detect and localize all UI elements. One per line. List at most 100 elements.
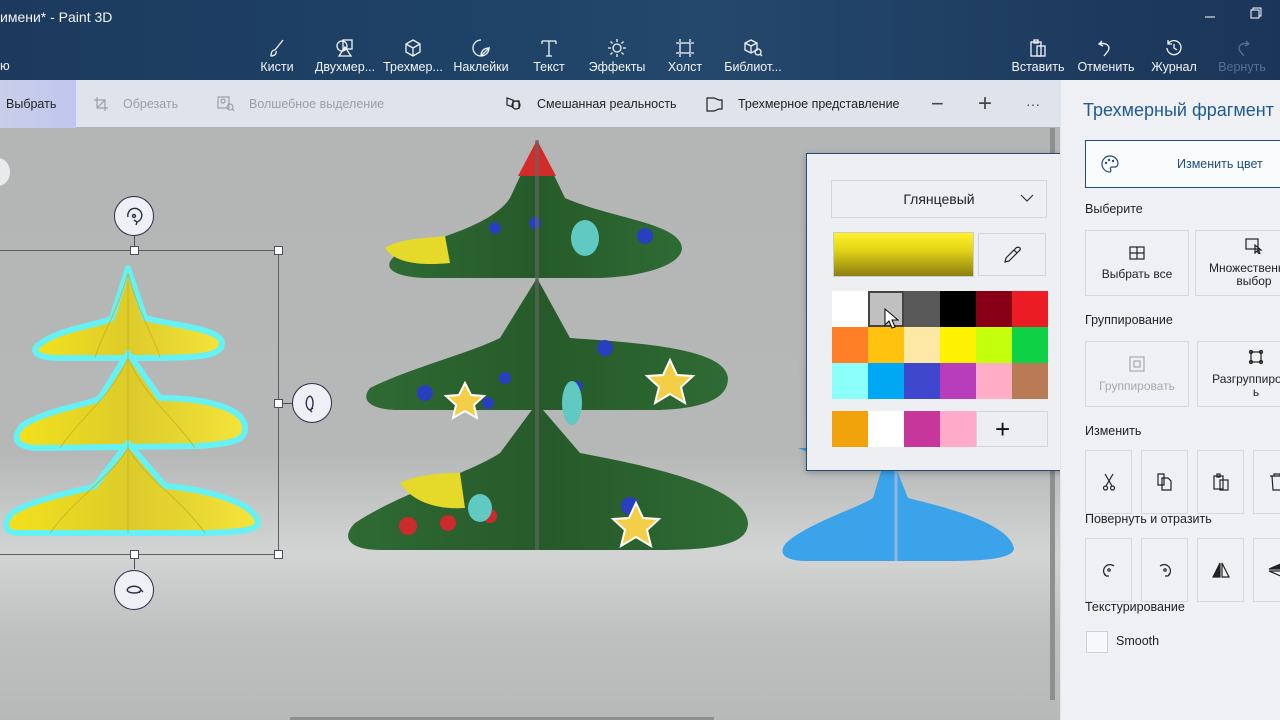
ungroup-button[interactable]: Разгруппировать [1197,341,1280,407]
connector-line [134,236,135,246]
green-tree-model[interactable] [340,138,760,588]
crop-label: Обрезать [123,97,179,111]
restore-button[interactable] [1250,6,1262,22]
select-label: Выбрать [6,97,57,111]
resize-handle-top-right[interactable] [274,246,283,255]
resize-handle-bottom-right[interactable] [274,550,283,559]
color-swatch[interactable] [940,327,976,363]
mouse-cursor-icon [884,308,900,329]
paste-panel-button[interactable] [1197,450,1244,514]
tool-label: Трехмер... [383,60,443,74]
rotate-y-handle[interactable] [292,383,332,423]
mixed-reality-button[interactable]: Смешанная реальность [505,80,677,128]
select-all-label: Выбрать все [1101,266,1173,281]
minimize-button[interactable] [1204,6,1216,22]
rotate-vertical-icon [305,395,314,413]
custom-colors-row: + [832,411,1048,447]
undo-icon [1096,38,1116,58]
color-swatch[interactable] [832,327,868,363]
color-swatch[interactable] [1012,291,1048,327]
add-custom-color-button[interactable]: + [976,411,1048,447]
select-section-label: Выберите [1085,202,1143,216]
copy-button[interactable] [1141,450,1188,514]
magic-select-button[interactable]: Волшебное выделение [217,80,384,128]
action-label: Вернуть [1218,60,1266,74]
zoom-out-button[interactable]: − [931,80,944,128]
flip-vertical-button[interactable] [1253,538,1280,602]
color-picker-popup: Глянцевый + [806,153,1072,471]
custom-color-swatch[interactable] [868,411,904,447]
color-swatch[interactable] [940,291,976,327]
panel-title: Трехмерный фрагмент [1083,100,1274,120]
delete-button[interactable] [1253,450,1280,514]
redo-icon [1232,38,1252,58]
color-swatch[interactable] [904,291,940,327]
canvas-icon [675,38,695,58]
canvas-edge-control[interactable] [0,158,10,186]
custom-color-swatch[interactable] [940,411,976,447]
rotate-right-button[interactable] [1141,538,1188,602]
multi-select-button[interactable]: Множественный выбор [1195,230,1280,296]
tool-label: Библиот... [724,60,782,74]
mixed-reality-label: Смешанная реальность [537,97,677,111]
action-label: Вставить [1011,60,1065,74]
color-swatch[interactable] [976,291,1012,327]
color-swatch[interactable] [868,363,904,399]
color-swatch[interactable] [904,363,940,399]
change-color-button[interactable]: Изменить цвет [1085,140,1280,188]
plus-icon: + [995,413,1011,444]
crop-button[interactable]: Обрезать [93,80,178,128]
multi-select-icon [1245,238,1263,254]
color-swatch[interactable] [976,363,1012,399]
palette-icon [1101,155,1119,173]
color-swatch[interactable] [940,363,976,399]
color-swatch[interactable] [832,291,868,327]
crop-icon [94,97,108,111]
rotate-x-handle[interactable] [114,570,154,610]
select-all-icon [1129,245,1145,260]
more-options-button[interactable]: ··· [1026,80,1040,128]
chevron-down-icon [1020,194,1034,202]
color-swatch[interactable] [1012,363,1048,399]
rotate-icon [127,207,143,226]
color-swatch[interactable] [976,327,1012,363]
eyedropper-button[interactable] [978,233,1046,276]
resize-handle-right[interactable] [274,399,283,408]
redo-button[interactable]: Вернуть [1202,38,1280,74]
group-button[interactable]: Группировать [1085,341,1189,407]
3d-library-icon [743,38,763,58]
color-swatch[interactable] [1012,327,1048,363]
flip-horizontal-button[interactable] [1197,538,1244,602]
edit-section-label: Изменить [1085,424,1142,438]
change-color-label: Изменить цвет [1177,157,1263,171]
3d-view-button[interactable]: Трехмерное представление [706,80,900,128]
tool-label: Холст [667,60,703,74]
brush-icon [267,38,287,58]
rotate-section-label: Повернуть и отразить [1085,512,1212,526]
multi-select-label: Множественный выбор [1209,261,1280,288]
resize-handle-top[interactable] [130,246,139,255]
current-color-swatch[interactable] [833,232,974,277]
zoom-in-button[interactable]: + [978,80,992,128]
color-swatch[interactable] [868,327,904,363]
minimize-icon [1205,16,1215,18]
custom-color-swatch[interactable] [832,411,868,447]
material-finish-dropdown[interactable]: Глянцевый [831,180,1047,218]
smooth-checkbox[interactable] [1086,631,1108,653]
eyedropper-icon [1004,246,1021,263]
cut-button[interactable] [1085,450,1132,514]
zoom-out-icon: − [931,91,944,116]
select-all-button[interactable]: Выбрать все [1085,230,1189,296]
rotate-z-handle[interactable] [114,196,154,236]
rotate-left-button[interactable] [1085,538,1132,602]
resize-handle-bottom[interactable] [130,550,139,559]
tool-3d-library[interactable]: Библиот... [713,38,793,74]
custom-color-swatch[interactable] [904,411,940,447]
zoom-in-icon: + [978,90,993,117]
color-swatch[interactable] [832,363,868,399]
menu-button-label[interactable]: ю [0,58,10,73]
select-tool-button[interactable]: Выбрать [0,80,76,128]
tool-label: Двухмер... [314,60,376,74]
group-icon [1129,355,1145,372]
color-swatch[interactable] [904,327,940,363]
